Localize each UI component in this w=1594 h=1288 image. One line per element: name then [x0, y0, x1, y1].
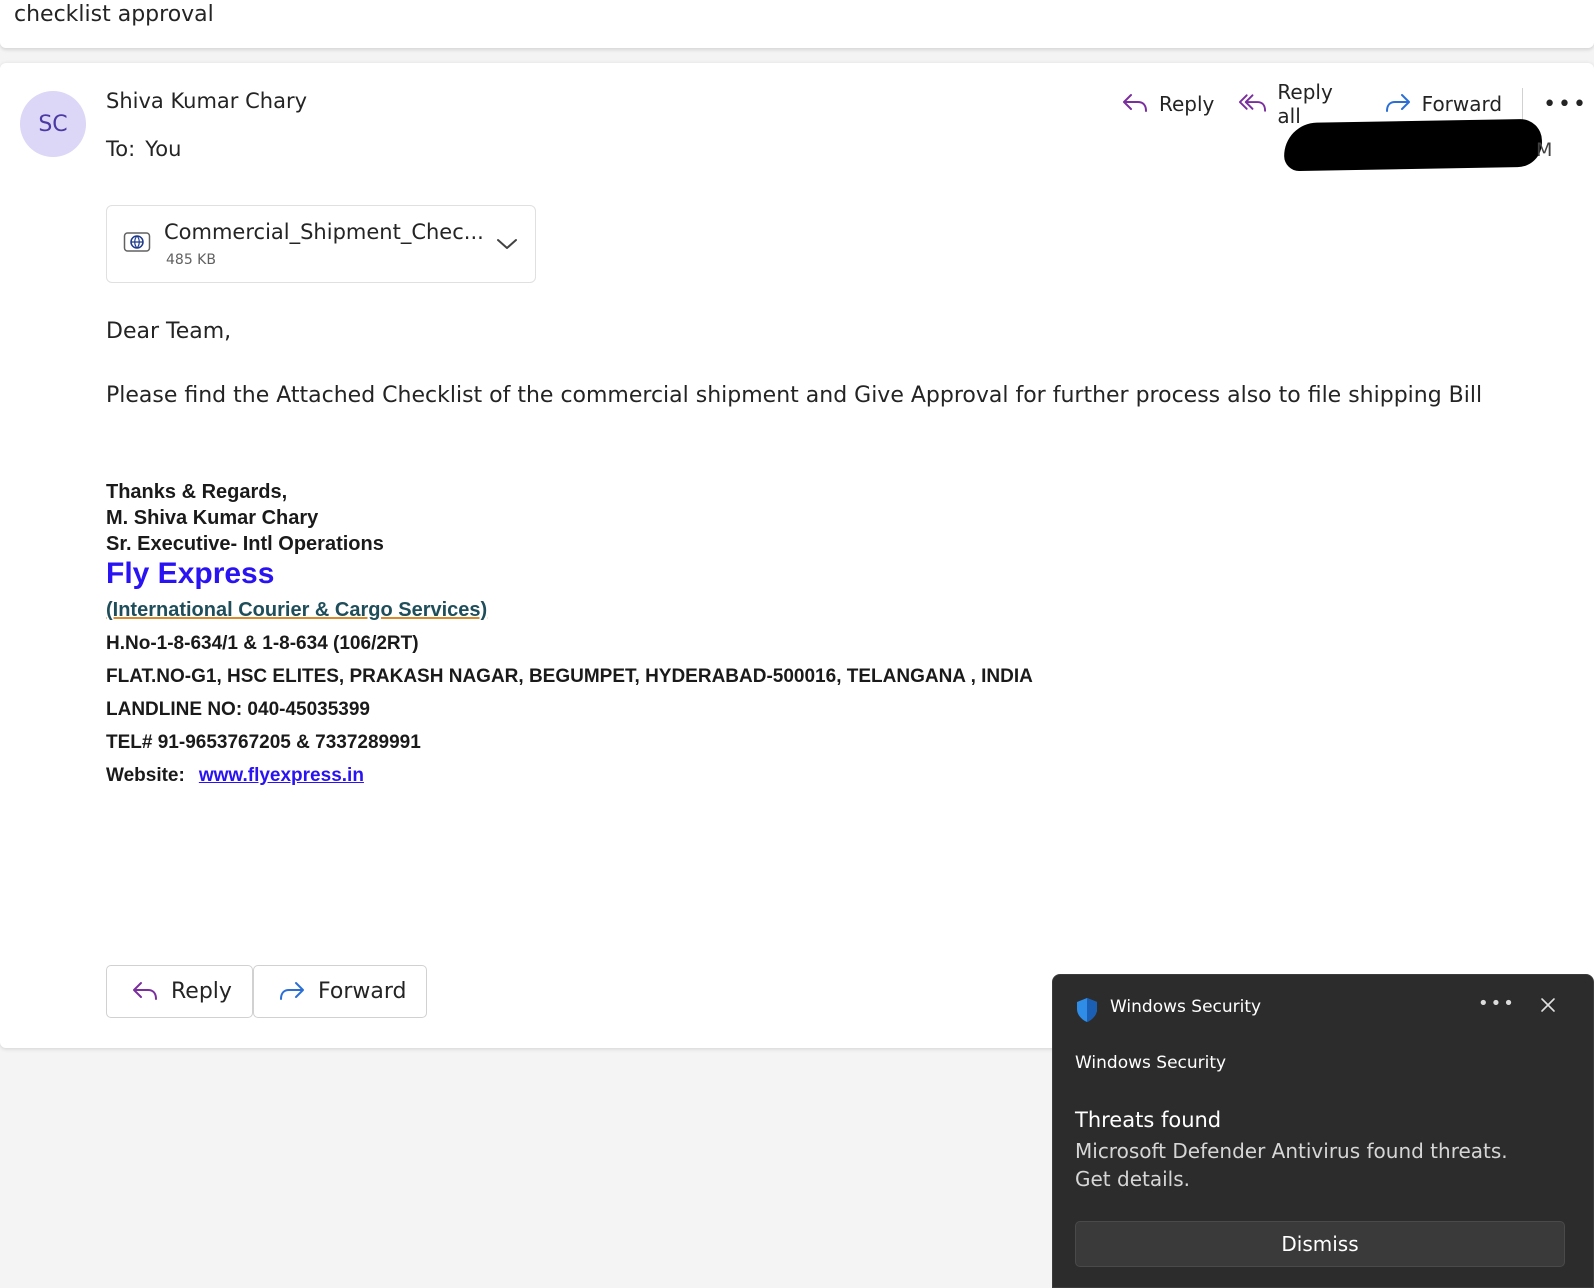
actions-divider	[1522, 88, 1524, 120]
signature-address-2: FLAT.NO-G1, HSC ELITES, PRAKASH NAGAR, B…	[106, 666, 1033, 687]
toast-app-name: Windows Security	[1110, 997, 1262, 1017]
to-label: To:	[106, 137, 136, 161]
message-card: SC Shiva Kumar Chary To: You Reply Reply …	[0, 63, 1594, 1048]
toast-more-icon[interactable]: •••	[1478, 993, 1516, 1014]
reply-label: Reply	[1159, 92, 1215, 116]
reply-button[interactable]: Reply	[1113, 85, 1222, 123]
signature-name: M. Shiva Kumar Chary	[106, 507, 319, 529]
footer-reply-label: Reply	[171, 979, 232, 1004]
footer-forward-button[interactable]: Forward	[253, 965, 428, 1018]
signature-title: Sr. Executive- Intl Operations	[106, 533, 384, 555]
message-body: Please find the Attached Checklist of th…	[106, 383, 1483, 408]
dismiss-button[interactable]: Dismiss	[1075, 1221, 1565, 1267]
signature-website-row: Website: www.flyexpress.in	[106, 765, 364, 787]
date-fragment: M	[1536, 139, 1553, 161]
footer-reply-button[interactable]: Reply	[106, 965, 253, 1018]
reply-all-label: Reply all	[1277, 80, 1333, 128]
message-actions: Reply Reply all Forward •••	[1113, 80, 1594, 128]
signature-address-1: H.No-1-8-634/1 & 1-8-634 (106/2RT)	[106, 633, 419, 654]
attachment-name: Commercial_Shipment_Chec...	[164, 220, 484, 244]
website-link[interactable]: www.flyexpress.in	[199, 765, 364, 786]
chevron-down-icon[interactable]	[495, 232, 519, 256]
reply-all-button[interactable]: Reply all	[1230, 80, 1367, 128]
signature-regards: Thanks & Regards,	[106, 481, 288, 503]
shield-icon	[1077, 998, 1097, 1022]
toast-message[interactable]: Microsoft Defender Antivirus found threa…	[1075, 1137, 1545, 1193]
signature-tel: TEL# 91-9653767205 & 7337289991	[106, 732, 421, 753]
greeting: Dear Team,	[106, 319, 232, 344]
signature-services: (International Courier & Cargo Services)	[106, 599, 488, 621]
signature-landline: LANDLINE NO: 040-45035399	[106, 699, 370, 720]
more-icon[interactable]: •••	[1537, 92, 1594, 117]
website-label: Website:	[106, 765, 185, 786]
reply-icon	[133, 981, 157, 1000]
forward-icon	[1385, 94, 1410, 112]
close-icon[interactable]	[1538, 995, 1558, 1015]
security-toast: Windows Security ••• Windows Security Th…	[1052, 974, 1594, 1288]
recipient-you[interactable]: You	[145, 137, 181, 161]
footer-forward-label: Forward	[318, 979, 407, 1004]
signature-company: Fly Express	[106, 557, 275, 590]
avatar[interactable]: SC	[20, 91, 86, 157]
forward-icon	[280, 981, 304, 1000]
sender-name[interactable]: Shiva Kumar Chary	[106, 89, 307, 113]
redacted-date	[1283, 118, 1543, 172]
reply-all-icon	[1239, 94, 1267, 112]
email-subject: checklist approval	[14, 2, 214, 27]
recipient-line: To: You	[106, 137, 181, 161]
forward-label: Forward	[1421, 92, 1503, 116]
attachment-web-icon	[123, 232, 151, 252]
toast-title: Threats found	[1075, 1108, 1222, 1132]
toast-source: Windows Security	[1075, 1053, 1227, 1073]
attachment-size: 485 KB	[166, 252, 216, 268]
attachment-card[interactable]: Commercial_Shipment_Chec... 485 KB	[106, 205, 536, 283]
reply-icon	[1123, 94, 1147, 112]
forward-button[interactable]: Forward	[1376, 85, 1510, 123]
subject-bar: checklist approval	[0, 0, 1594, 48]
avatar-initials: SC	[38, 111, 68, 137]
